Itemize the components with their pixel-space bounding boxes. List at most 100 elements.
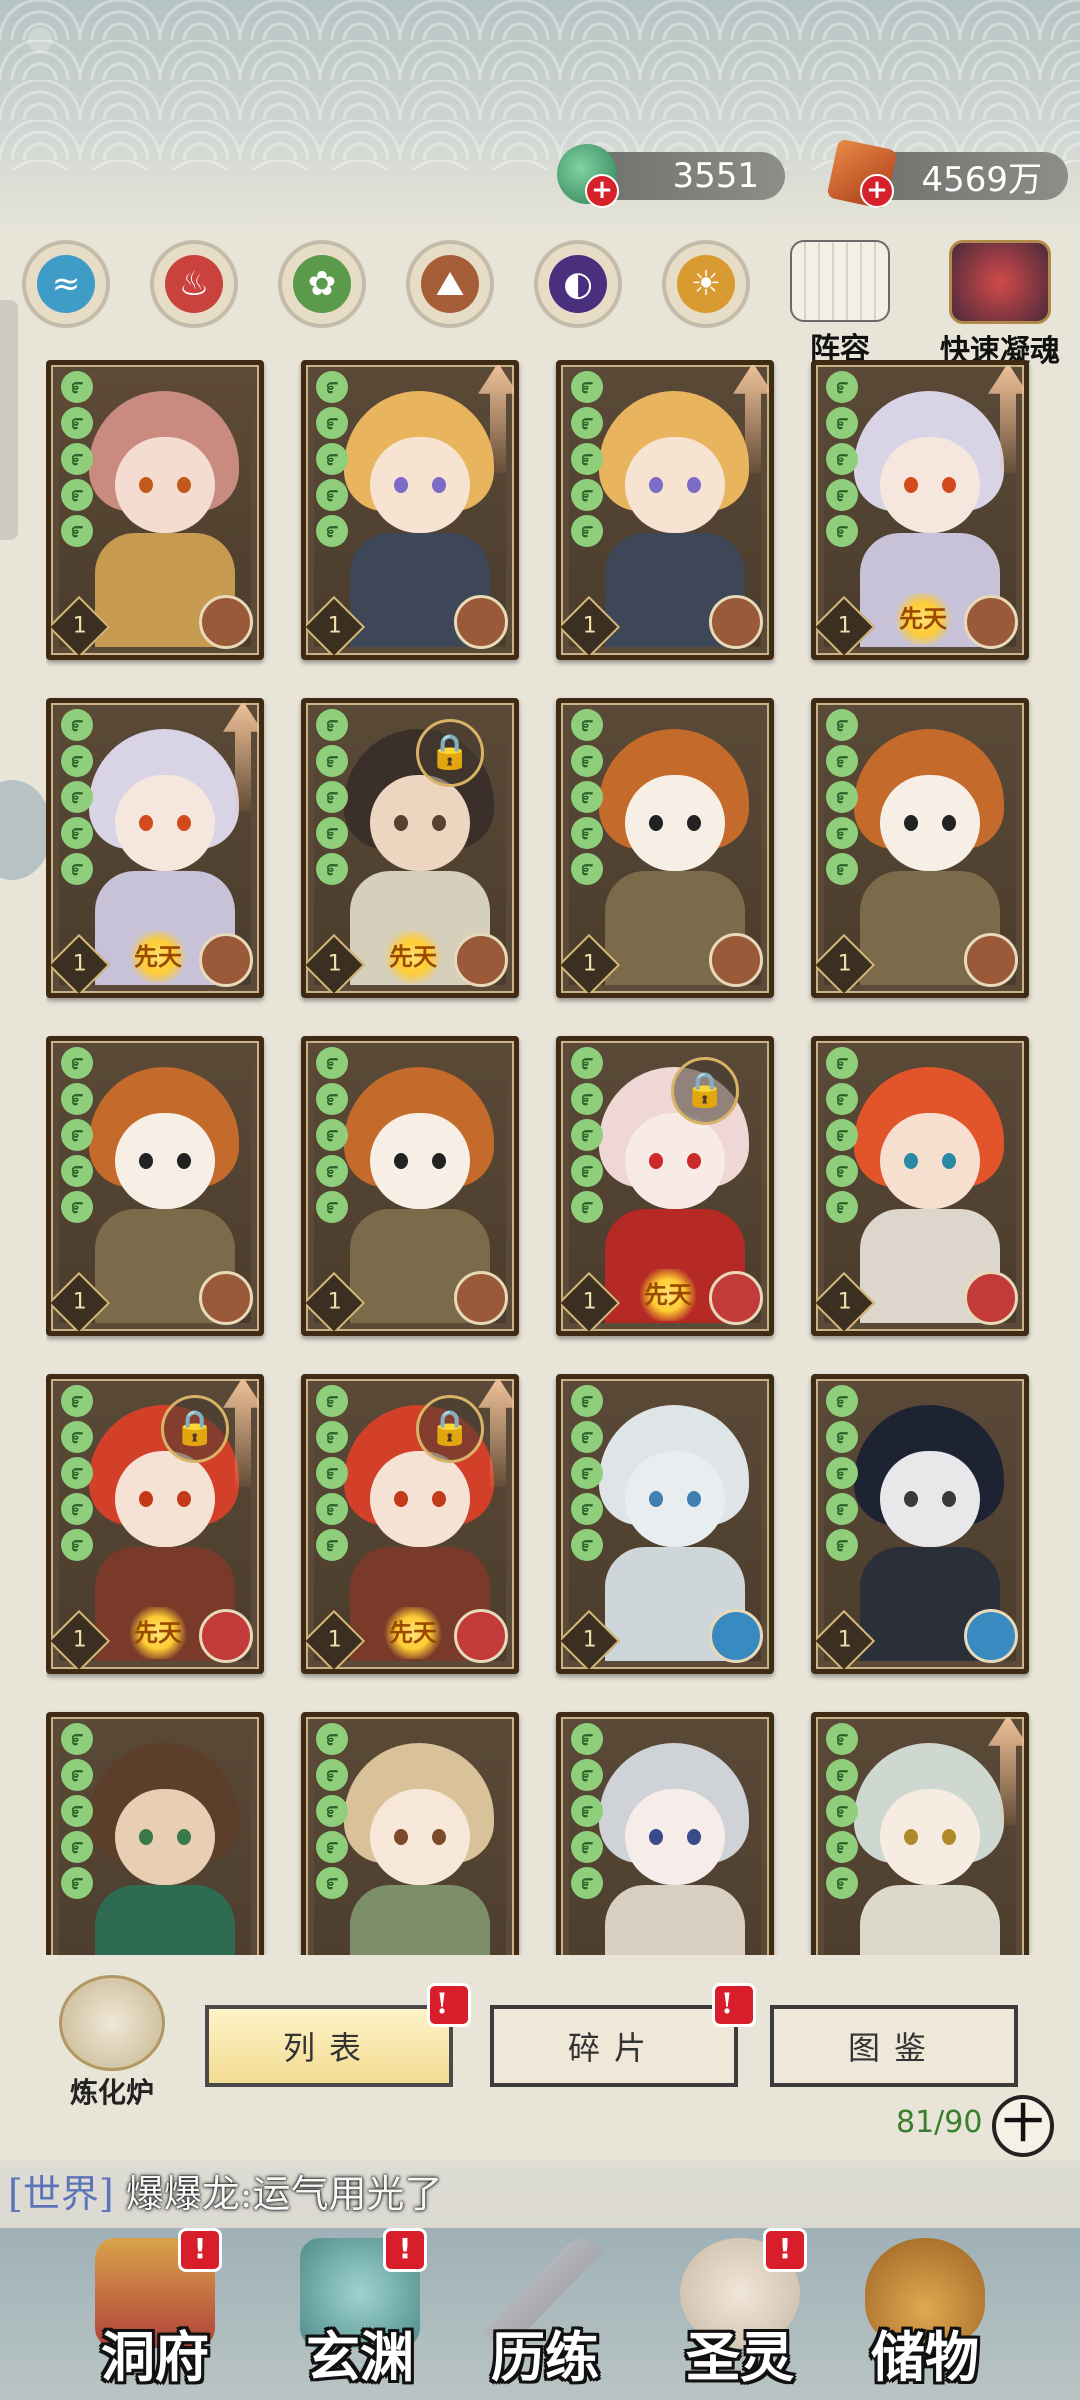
rank-star-icon: ೯ [571,407,603,439]
rank-star-icon: ೯ [316,1529,348,1561]
spirit-face [625,1789,725,1885]
nav-abyss[interactable]: ! 玄渊 [265,2228,455,2400]
filter-light[interactable]: ☀ [662,240,750,328]
nav-training[interactable]: 历练 [450,2228,640,2400]
rank-star-icon: ೯ [316,371,348,403]
filter-fire[interactable]: ♨ [150,240,238,328]
filter-wood[interactable]: ✿ [278,240,366,328]
filter-water[interactable]: ≈ [22,240,110,328]
spirit-card[interactable]: ೯ ೯ ೯ ೯ ೯ 1 先天 🔒 [46,1374,264,1674]
spirit-card[interactable]: ೯ ೯ ೯ ೯ ೯ 1 先天 🔒 [301,698,519,998]
rank-star-icon: ೯ [571,1759,603,1791]
spirit-card[interactable]: ೯೯೯೯೯1 [811,1036,1029,1336]
side-drawer-tab[interactable] [0,300,18,540]
tab-fragments-alert-badge: ! [712,1983,756,2027]
spirit-card[interactable]: ೯ ೯ ೯ ೯ ೯ 1 先天 [46,698,264,998]
lock-icon[interactable]: 🔒 [416,1395,484,1463]
rank-star-icon: ೯ [316,1047,348,1079]
nav-storage[interactable]: 储物 [830,2228,1020,2400]
earth-element-icon [199,595,253,649]
spirit-card[interactable]: ೯ ೯ ೯ ೯ ೯ 1 先天 🔒 [301,1374,519,1674]
spirit-card[interactable]: ೯೯೯೯೯1 [301,360,519,660]
spirit-face [115,1789,215,1885]
tab-list[interactable]: 列表 ! [205,1983,471,2087]
add-stone-button[interactable]: + [860,174,894,208]
rank-star-icon: ೯ [571,1083,603,1115]
spirit-eye [687,477,701,493]
spirit-card[interactable]: ೯೯೯೯೯1 [556,360,774,660]
spirit-face [115,775,215,871]
rank-star-icon: ೯ [316,817,348,849]
spirit-eye [432,1491,446,1507]
spirit-card[interactable]: ೯ ೯ ೯ ೯ ೯ 1 先天 🔒 [556,1036,774,1336]
rank-star-icon: ೯ [61,1831,93,1863]
spirit-card[interactable]: ೯೯೯೯೯1 [301,1036,519,1336]
tab-codex[interactable]: 图鉴 [770,2005,1018,2087]
furnace-button[interactable]: 炼化炉 [42,1975,182,2111]
rank-star-icon: ೯ [61,515,93,547]
tab-list-alert-badge: ! [427,1983,471,2027]
spirit-face [880,1451,980,1547]
tab-fragments[interactable]: 碎片 ! [490,1983,756,2087]
spirit-eye [687,1829,701,1845]
spirit-card[interactable]: ೯೯೯೯೯1 [46,360,264,660]
spirit-card[interactable]: ೯ ೯ ೯ ೯ ೯ [46,1712,264,1955]
spirit-card[interactable]: ೯ ೯ ೯ ೯ ೯ [811,1712,1029,1955]
spirit-card[interactable]: ೯೯೯೯೯1 [46,1036,264,1336]
spirit-card[interactable]: ೯೯೯೯೯1 [556,698,774,998]
nav-cave-house[interactable]: ! 洞府 [60,2228,250,2400]
rank-star-icon: ೯ [571,1385,603,1417]
scroll-fan-icon [790,240,890,322]
tab-codex-label: 图鉴 [847,2029,940,2067]
add-jade-button[interactable]: + [585,174,619,208]
rank-star-icon: ೯ [316,1421,348,1453]
side-expand-button[interactable] [0,780,52,880]
spirit-face [625,775,725,871]
spirit-eye [394,1153,408,1169]
nav-holy-spirit[interactable]: ! 圣灵 [645,2228,835,2400]
rank-star-icon: ೯ [826,1457,858,1489]
filter-dark[interactable]: ◐ [534,240,622,328]
lock-icon[interactable]: 🔒 [416,719,484,787]
spirit-eye [942,1491,956,1507]
rank-star-icon: ೯ [571,853,603,885]
rank-star-icon: ೯ [316,1795,348,1827]
currency-stone[interactable]: + 4569万 [826,138,1068,210]
rank-star-icon: ೯ [61,1385,93,1417]
water-icon: ≈ [37,255,95,313]
rank-star-icon: ೯ [826,1047,858,1079]
lock-icon[interactable]: 🔒 [161,1395,229,1463]
spirit-card[interactable]: ೯ ೯ ೯ ೯ ೯ [301,1712,519,1955]
rank-star-icon: ೯ [61,1795,93,1827]
spirit-card[interactable]: ೯ ೯ ೯ ೯ ೯ 1 先天 [811,360,1029,660]
spirit-card[interactable]: ೯೯೯೯೯1 [556,1374,774,1674]
currency-jade[interactable]: + 3551 [557,144,785,208]
spirit-eye [139,815,153,831]
rank-star-icon: ೯ [316,709,348,741]
rank-star-icon: ೯ [316,853,348,885]
lock-icon[interactable]: 🔒 [671,1057,739,1125]
earth-element-icon [454,933,508,987]
fire-element-icon [709,1271,763,1325]
spirit-card[interactable]: ೯ ೯ ೯ ೯ ೯ [556,1712,774,1955]
spirit-card[interactable]: ೯೯೯೯೯1 [811,698,1029,998]
spirit-body [95,1885,235,1955]
light-icon: ☀ [677,255,735,313]
tab-list-label: 列表 [282,2029,375,2067]
quick-soul-button[interactable]: 快速凝魂 [925,240,1075,369]
star-rank: ೯ ೯ ೯ ೯ ೯ [826,1385,860,1565]
wave-pattern [0,0,1080,170]
world-chat-bar[interactable]: [世界] 爆爆龙:运气用光了 [0,2160,1080,2228]
star-rank: ೯ ೯ ೯ ೯ ೯ [61,1723,95,1903]
expand-capacity-button[interactable]: 十 [992,2095,1054,2157]
lineup-button[interactable]: 阵容 [780,240,900,367]
rank-star-icon: ೯ [826,1421,858,1453]
filter-earth[interactable]: ⛰ [406,240,494,328]
earth-element-icon [709,933,763,987]
star-rank: ೯ ೯ ೯ ೯ ೯ [61,1385,95,1565]
rank-star-icon: ೯ [316,1119,348,1151]
rank-star-icon: ೯ [826,1867,858,1899]
earth-element-icon [964,595,1018,649]
spirit-card[interactable]: ೯೯೯೯೯1 [811,1374,1029,1674]
rank-star-icon: ೯ [316,1457,348,1489]
